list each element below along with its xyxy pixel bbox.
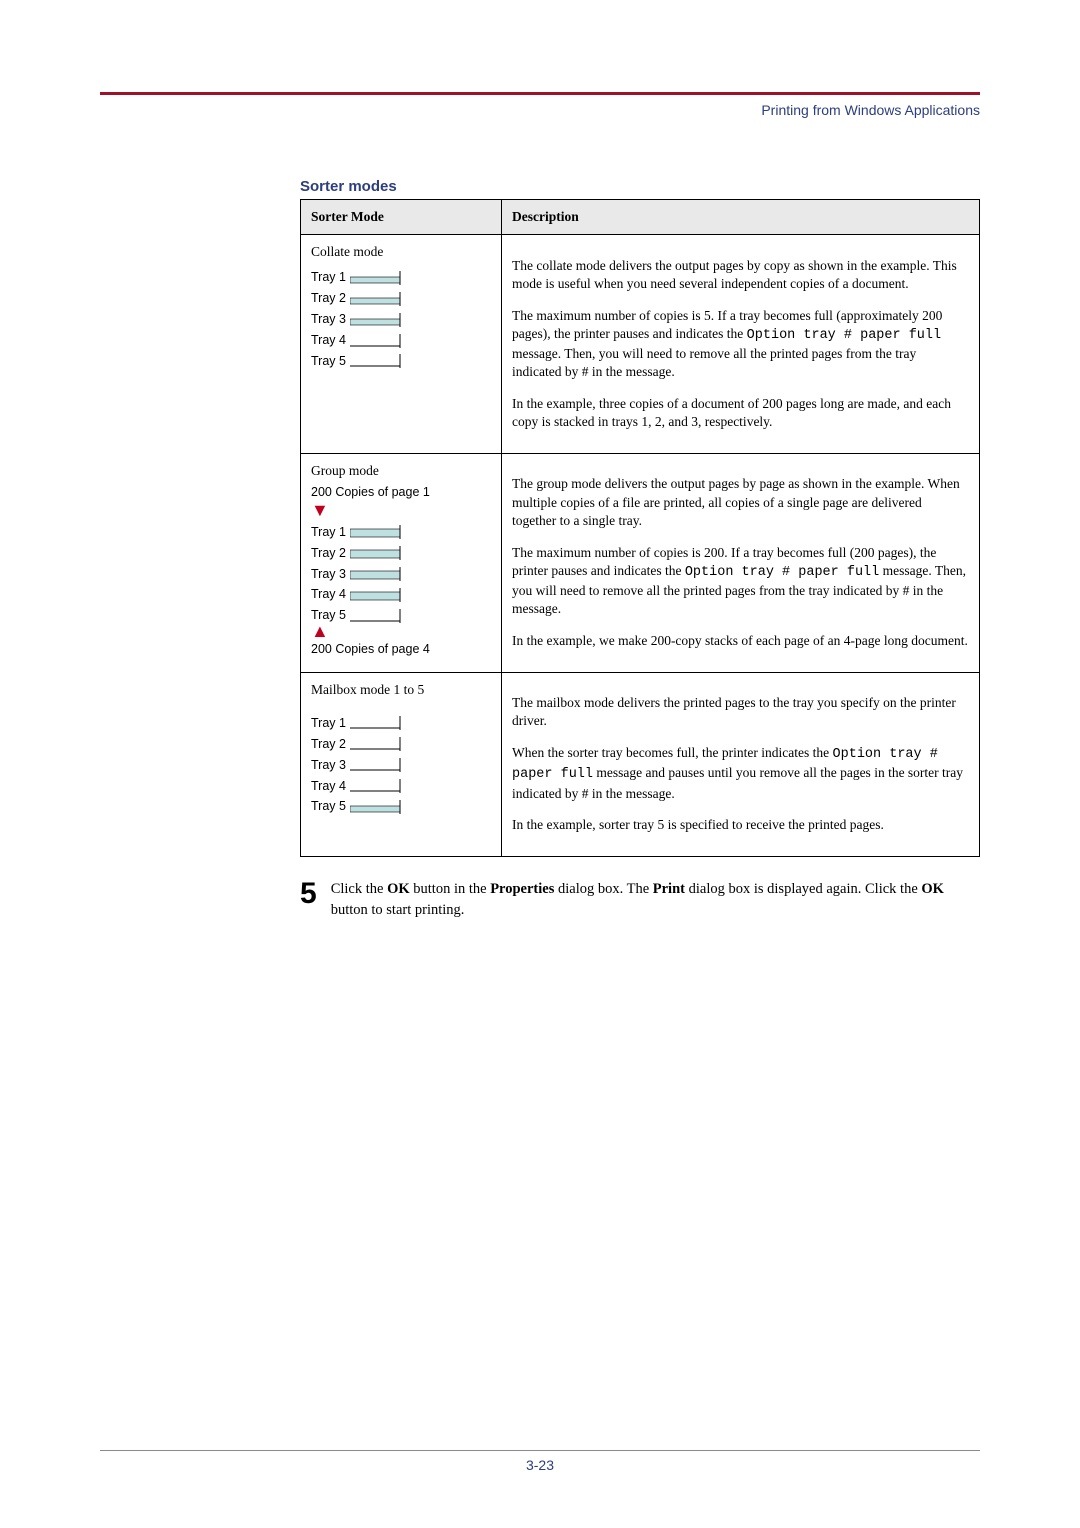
cell-mode-group: Group mode 200 Copies of page 1 ▼ Tray 1…: [301, 453, 502, 672]
tray-icon: [350, 525, 410, 539]
tray-icon: [350, 354, 410, 368]
tray-label: Tray 5: [311, 796, 491, 817]
step-number: 5: [300, 879, 317, 921]
cell-mode-mailbox: Mailbox mode 1 to 5 Tray 1 Tray 2 Tray 3…: [301, 672, 502, 856]
page-number: 3-23: [526, 1457, 554, 1473]
section-title: Sorter modes: [300, 178, 980, 195]
mode-title: Collate mode: [311, 243, 491, 261]
tray-icon: [350, 292, 410, 306]
tray-icon: [350, 588, 410, 602]
tray-icon: [350, 737, 410, 751]
code-text: Option tray # paper full: [747, 328, 941, 343]
tray-icon: [350, 567, 410, 581]
tray-label: Tray 3: [311, 309, 491, 330]
cell-desc-group: The group mode delivers the output pages…: [502, 453, 980, 672]
desc-paragraph: In the example, sorter tray 5 is specifi…: [512, 816, 969, 834]
tray-icon: [350, 271, 410, 285]
cell-desc-collate: The collate mode delivers the output pag…: [502, 235, 980, 454]
tray-icon: [350, 334, 410, 348]
caption-top: 200 Copies of page 1: [311, 484, 491, 501]
code-text: Option tray # paper full: [685, 565, 879, 580]
page: Printing from Windows Applications Sorte…: [0, 0, 1080, 1528]
tray-label: Tray 1: [311, 267, 491, 288]
caption-bottom: 200 Copies of page 4: [311, 641, 491, 658]
tray-diagram: Tray 1 Tray 2 Tray 3 Tray 4 Tray 5: [311, 267, 491, 371]
header-rule: [100, 92, 980, 95]
table-row: Mailbox mode 1 to 5 Tray 1 Tray 2 Tray 3…: [301, 672, 980, 856]
desc-paragraph: The mailbox mode delivers the printed pa…: [512, 694, 969, 730]
mode-title: Group mode: [311, 462, 491, 480]
tray-label: Tray 1: [311, 713, 491, 734]
cell-desc-mailbox: The mailbox mode delivers the printed pa…: [502, 672, 980, 856]
running-head: Printing from Windows Applications: [100, 102, 980, 118]
table-row: Group mode 200 Copies of page 1 ▼ Tray 1…: [301, 453, 980, 672]
desc-paragraph: The group mode delivers the output pages…: [512, 475, 969, 530]
tray-label: Tray 2: [311, 288, 491, 309]
tray-icon: [350, 716, 410, 730]
sorter-modes-table: Sorter Mode Description Collate mode Tra…: [300, 199, 980, 857]
desc-paragraph: When the sorter tray becomes full, the p…: [512, 744, 969, 803]
table-row: Collate mode Tray 1 Tray 2 Tray 3 Tray 4…: [301, 235, 980, 454]
step-text: Click the OK button in the Properties di…: [331, 879, 980, 921]
content-block: Sorter modes Sorter Mode Description Col…: [300, 178, 980, 921]
mode-title: Mailbox mode 1 to 5: [311, 681, 491, 699]
desc-paragraph: The maximum number of copies is 5. If a …: [512, 307, 969, 382]
tray-label: Tray 2: [311, 734, 491, 755]
tray-label: Tray 4: [311, 584, 491, 605]
arrow-down-icon: ▼: [311, 505, 491, 516]
tray-label: Tray 4: [311, 330, 491, 351]
page-footer: 3-23: [100, 1450, 980, 1473]
tray-icon: [350, 779, 410, 793]
tray-diagram: Tray 1 Tray 2 Tray 3 Tray 4 Tray 5: [311, 522, 491, 626]
tray-label: Tray 1: [311, 522, 491, 543]
step-5: 5 Click the OK button in the Properties …: [300, 879, 980, 921]
cell-mode-collate: Collate mode Tray 1 Tray 2 Tray 3 Tray 4…: [301, 235, 502, 454]
th-sorter-mode: Sorter Mode: [301, 200, 502, 235]
desc-paragraph: The maximum number of copies is 200. If …: [512, 544, 969, 619]
tray-diagram: Tray 1 Tray 2 Tray 3 Tray 4 Tray 5: [311, 713, 491, 817]
tray-label: Tray 2: [311, 543, 491, 564]
tray-label: Tray 5: [311, 351, 491, 372]
tray-icon: [350, 758, 410, 772]
tray-icon: [350, 800, 410, 814]
tray-icon: [350, 609, 410, 623]
tray-label: Tray 5: [311, 605, 491, 626]
tray-label: Tray 3: [311, 755, 491, 776]
th-description: Description: [502, 200, 980, 235]
tray-label: Tray 3: [311, 564, 491, 585]
desc-paragraph: In the example, we make 200-copy stacks …: [512, 632, 969, 650]
tray-icon: [350, 313, 410, 327]
arrow-up-icon: ▲: [311, 626, 491, 637]
tray-icon: [350, 546, 410, 560]
desc-paragraph: The collate mode delivers the output pag…: [512, 257, 969, 293]
tray-label: Tray 4: [311, 776, 491, 797]
desc-paragraph: In the example, three copies of a docume…: [512, 395, 969, 431]
